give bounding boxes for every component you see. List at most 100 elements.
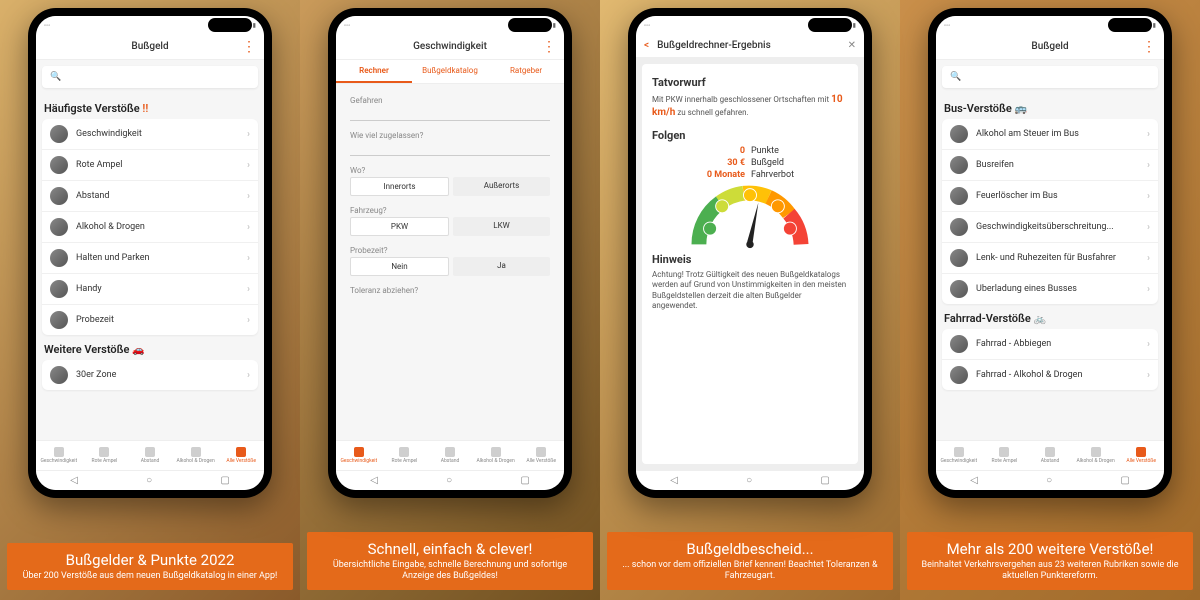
- list-item[interactable]: Fahrrad - Alkohol & Drogen›: [942, 360, 1158, 390]
- bus-icon: 🚌: [1015, 104, 1027, 115]
- search-input[interactable]: 🔍: [42, 66, 258, 88]
- nav-tab[interactable]: Abstand: [127, 441, 173, 470]
- list-item[interactable]: 30er Zone›: [42, 360, 258, 390]
- nav-tab[interactable]: Rote Ampel: [982, 441, 1028, 470]
- app-title: Bußgeld: [1031, 41, 1068, 52]
- screen: ◦◦◦◦ ◦ ▮ Bußgeld ⋮ 🔍 Häufigste Verstöße …: [36, 16, 264, 490]
- list-item[interactable]: Alkohol & Drogen›: [42, 212, 258, 243]
- nav-tab[interactable]: Abstand: [1027, 441, 1073, 470]
- list-item[interactable]: Rote Ampel›: [42, 150, 258, 181]
- camera-notch: [808, 18, 852, 32]
- violation-list-frequent: Geschwindigkeit› Rote Ampel› Abstand› Al…: [42, 119, 258, 335]
- overflow-menu-icon[interactable]: ⋮: [242, 40, 256, 54]
- nav-tab[interactable]: Abstand: [427, 441, 473, 470]
- content-area: Bus-Verstöße 🚌 Alkohol am Steuer im Bus›…: [936, 94, 1164, 440]
- recents-icon[interactable]: ▢: [1120, 475, 1129, 486]
- recents-icon[interactable]: ▢: [820, 475, 829, 486]
- nav-tab[interactable]: Geschwindigkeit: [336, 441, 382, 470]
- recents-icon[interactable]: ▢: [220, 475, 229, 486]
- chevron-right-icon: ›: [1147, 284, 1150, 295]
- nav-tab[interactable]: Geschwindigkeit: [36, 441, 82, 470]
- back-icon[interactable]: ◁: [670, 475, 678, 486]
- overflow-menu-icon[interactable]: ⋮: [542, 40, 556, 54]
- field-driven[interactable]: Gefahren: [346, 88, 554, 123]
- overflow-menu-icon[interactable]: ⋮: [1142, 40, 1156, 54]
- screen: ◦◦◦◦ ◦ ▮ Bußgeld ⋮ 🔍 Bus-Verstöße 🚌 Alko…: [936, 16, 1164, 490]
- nav-tab[interactable]: Alle Verstöße: [1118, 441, 1164, 470]
- toggle-car[interactable]: PKW: [350, 217, 449, 236]
- list-item[interactable]: Fahrrad - Abbiegen›: [942, 329, 1158, 360]
- share-icon[interactable]: <: [644, 40, 649, 51]
- list-item[interactable]: Handy›: [42, 274, 258, 305]
- chevron-right-icon: ›: [1147, 191, 1150, 202]
- nav-tab[interactable]: Alkohol & Drogen: [1073, 441, 1119, 470]
- list-item[interactable]: Halten und Parken›: [42, 243, 258, 274]
- list-item[interactable]: Geschwindigkeit›: [42, 119, 258, 150]
- caption-sub: Übersichtliche Eingabe, schnelle Berechn…: [317, 560, 583, 583]
- back-icon[interactable]: ◁: [70, 475, 78, 486]
- toggle-no[interactable]: Nein: [350, 257, 449, 276]
- form-area: Gefahren Wie viel zugelassen? Wo? Innero…: [336, 84, 564, 440]
- category-icon: [950, 187, 968, 205]
- screen: ◦◦◦◦ ◦ ▮ < Bußgeldrechner-Ergebnis ✕ Tat…: [636, 16, 864, 490]
- nav-tab[interactable]: Alle Verstöße: [218, 441, 264, 470]
- list-item[interactable]: Busreifen›: [942, 150, 1158, 181]
- section-header-bike: Fahrrad-Verstöße 🚲: [944, 312, 1156, 325]
- nav-tab[interactable]: Rote Ampel: [382, 441, 428, 470]
- list-item[interactable]: Lenk- und Ruhezeiten für Busfahrer›: [942, 243, 1158, 274]
- nav-tab[interactable]: Rote Ampel: [82, 441, 128, 470]
- home-icon[interactable]: ○: [446, 475, 452, 486]
- chevron-right-icon: ›: [247, 370, 250, 381]
- field-vehicle: Fahrzeug? PKW LKW: [346, 198, 554, 238]
- toggle-truck[interactable]: LKW: [453, 217, 550, 236]
- nav-tab[interactable]: Geschwindigkeit: [936, 441, 982, 470]
- section-note: Hinweis: [652, 253, 848, 266]
- close-icon[interactable]: ✕: [848, 40, 856, 51]
- nav-tab[interactable]: Alkohol & Drogen: [173, 441, 219, 470]
- field-probation: Probezeit? Nein Ja: [346, 238, 554, 278]
- app-bar: Bußgeld ⋮: [36, 34, 264, 60]
- category-icon: [50, 311, 68, 329]
- severity-gauge: [685, 184, 815, 249]
- chevron-right-icon: ›: [247, 191, 250, 202]
- tab-guide[interactable]: Ratgeber: [488, 60, 564, 83]
- home-icon[interactable]: ○: [1046, 475, 1052, 486]
- field-allowed[interactable]: Wie viel zugelassen?: [346, 123, 554, 158]
- category-icon: [50, 156, 68, 174]
- chevron-right-icon: ›: [1147, 370, 1150, 381]
- recents-icon[interactable]: ▢: [520, 475, 529, 486]
- back-icon[interactable]: ◁: [370, 475, 378, 486]
- caption: Mehr als 200 weitere Verstöße! Beinhalte…: [907, 532, 1193, 591]
- list-item[interactable]: Probezeit›: [42, 305, 258, 335]
- list-item[interactable]: Feuerlöscher im Bus›: [942, 181, 1158, 212]
- category-icon: [950, 335, 968, 353]
- panel-4: ◦◦◦◦ ◦ ▮ Bußgeld ⋮ 🔍 Bus-Verstöße 🚌 Alko…: [900, 0, 1200, 600]
- list-item[interactable]: Abstand›: [42, 181, 258, 212]
- chevron-right-icon: ›: [1147, 222, 1150, 233]
- list-item[interactable]: Überladung eines Busses›: [942, 274, 1158, 304]
- tab-calculator[interactable]: Rechner: [336, 60, 412, 83]
- category-icon: [950, 366, 968, 384]
- toggle-outside[interactable]: Außerorts: [453, 177, 550, 196]
- nav-tab[interactable]: Alkohol & Drogen: [473, 441, 519, 470]
- caption-sub: Beinhaltet Verkehrsvergehen aus 23 weite…: [917, 560, 1183, 583]
- bike-icon: 🚲: [1034, 314, 1046, 325]
- caption-title: Schnell, einfach & clever!: [317, 540, 583, 558]
- category-icon: [50, 125, 68, 143]
- bottom-nav: Geschwindigkeit Rote Ampel Abstand Alkoh…: [936, 440, 1164, 470]
- category-icon: [950, 249, 968, 267]
- list-item[interactable]: Alkohol am Steuer im Bus›: [942, 119, 1158, 150]
- back-icon[interactable]: ◁: [970, 475, 978, 486]
- category-icon: [950, 280, 968, 298]
- nav-tab[interactable]: Alle Verstöße: [518, 441, 564, 470]
- chevron-right-icon: ›: [247, 253, 250, 264]
- section-charge: Tatvorwurf: [652, 76, 848, 89]
- toggle-yes[interactable]: Ja: [453, 257, 550, 276]
- home-icon[interactable]: ○: [146, 475, 152, 486]
- home-icon[interactable]: ○: [746, 475, 752, 486]
- tab-catalog[interactable]: Bußgeldkatalog: [412, 60, 488, 83]
- list-item[interactable]: Geschwindigkeitsüberschreitung...›: [942, 212, 1158, 243]
- chevron-right-icon: ›: [1147, 129, 1150, 140]
- search-input[interactable]: 🔍: [942, 66, 1158, 88]
- toggle-inside[interactable]: Innerorts: [350, 177, 449, 196]
